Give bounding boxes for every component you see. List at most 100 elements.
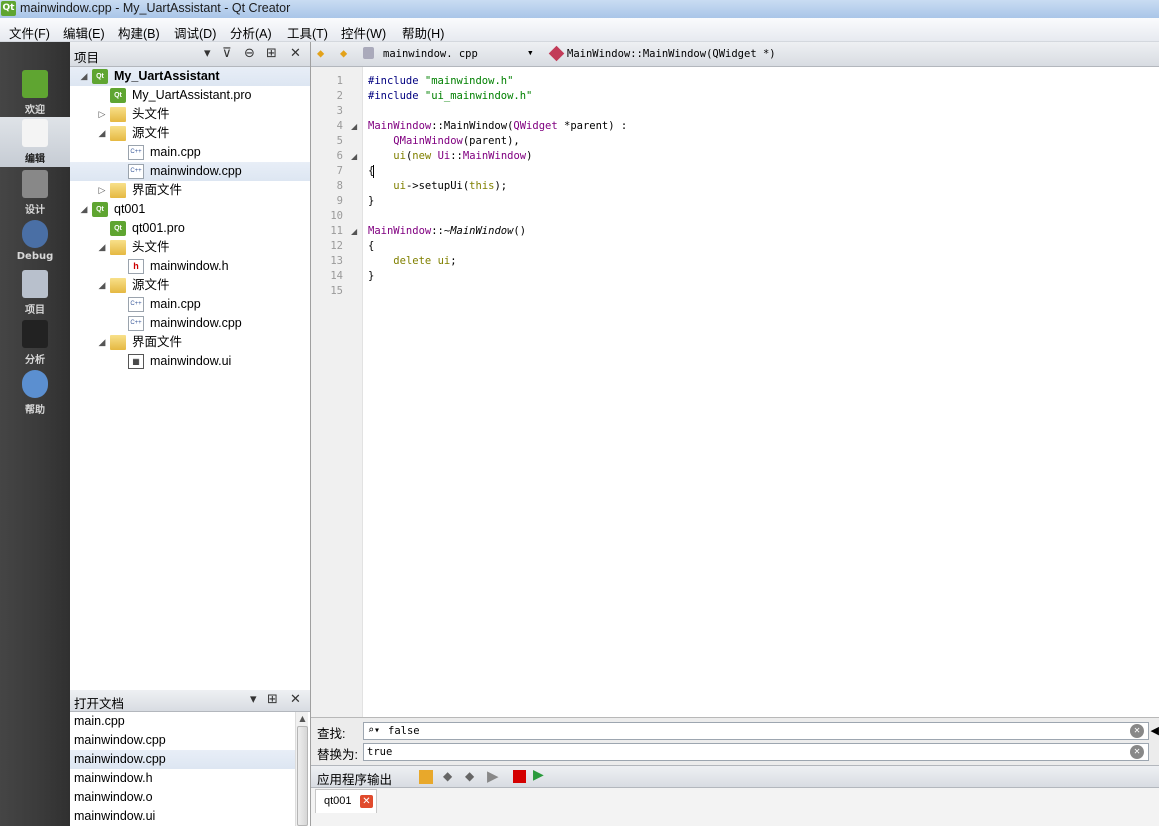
- close-icon[interactable]: ✕: [290, 692, 301, 708]
- tree-item[interactable]: ◢ Qt My_UartAssistant: [70, 67, 310, 86]
- open-documents-list: main.cpp mainwindow.cpp mainwindow.cpp main…: [70, 712, 296, 826]
- close-icon[interactable]: ✕: [360, 795, 373, 808]
- open-document-item[interactable]: main.cpp: [70, 712, 296, 731]
- code-line[interactable]: #include "mainwindow.h": [368, 74, 513, 89]
- fold-marker-icon[interactable]: ◢: [351, 149, 357, 164]
- replace-input[interactable]: true ✕: [363, 743, 1149, 761]
- tree-item[interactable]: C++ main.cpp: [70, 295, 310, 314]
- mode-label: 帮助: [25, 405, 45, 416]
- mode-qt-welcome[interactable]: 欢迎: [0, 68, 70, 118]
- line-number: 1: [336, 75, 343, 87]
- code-line[interactable]: MainWindow::~MainWindow(): [368, 224, 526, 239]
- tree-item[interactable]: ◢ 源文件: [70, 124, 310, 143]
- tree-item[interactable]: ▷ 头文件: [70, 105, 310, 124]
- scrollbar[interactable]: ▲: [295, 712, 308, 826]
- mode-edit-document[interactable]: 编辑: [0, 117, 70, 167]
- symbol-selector[interactable]: MainWindow::MainWindow(QWidget *): [567, 48, 776, 60]
- tree-item-label: 界面文件: [132, 335, 183, 349]
- mode-project-wrench[interactable]: 项目: [0, 268, 70, 318]
- tree-item[interactable]: ◢ 界面文件: [70, 333, 310, 352]
- expand-arrow-icon[interactable]: ▷: [97, 181, 107, 200]
- code-line[interactable]: }: [368, 269, 374, 284]
- fold-marker-icon[interactable]: ◢: [351, 224, 357, 239]
- dropdown-arrow-icon[interactable]: ▾: [204, 46, 211, 62]
- tree-item[interactable]: C++ mainwindow.cpp: [70, 314, 310, 333]
- previous-icon[interactable]: ◆: [443, 769, 452, 783]
- sync-link-icon[interactable]: ⊖: [244, 46, 255, 62]
- tree-item[interactable]: ▦ mainwindow.ui: [70, 352, 310, 371]
- open-document-item[interactable]: mainwindow.ui: [70, 807, 296, 826]
- line-number: 2: [336, 90, 343, 102]
- tree-item[interactable]: ◢ 源文件: [70, 276, 310, 295]
- code-line[interactable]: delete ui;: [368, 254, 456, 269]
- expand-arrow-icon[interactable]: ◢: [97, 276, 107, 295]
- forward-arrow-icon[interactable]: ◆: [340, 46, 347, 60]
- tree-item-label: main.cpp: [150, 145, 201, 159]
- scroll-up-icon[interactable]: ▲: [296, 712, 309, 726]
- split-icon[interactable]: ⊞: [266, 46, 277, 62]
- tree-item[interactable]: ◢ Qt qt001: [70, 200, 310, 219]
- menu-item[interactable]: 控件(W): [341, 23, 386, 42]
- scrollbar-thumb[interactable]: [297, 726, 308, 826]
- collapse-arrow-icon[interactable]: ◀: [1151, 724, 1159, 737]
- search-icon[interactable]: ⌕▾: [368, 723, 380, 739]
- code-line[interactable]: ui(new Ui::MainWindow): [368, 149, 532, 164]
- expand-arrow-icon[interactable]: ◢: [97, 124, 107, 143]
- file-selector[interactable]: mainwindow. cpp: [383, 48, 478, 60]
- cpp-icon: C++: [128, 316, 144, 331]
- debug-run-icon[interactable]: ▶: [533, 767, 544, 783]
- clear-icon[interactable]: ✕: [1130, 724, 1144, 738]
- find-input[interactable]: ⌕▾ false ✕: [363, 722, 1149, 740]
- open-document-item[interactable]: mainwindow.cpp: [70, 731, 296, 750]
- code-line[interactable]: #include "ui_mainwindow.h": [368, 89, 532, 104]
- filter-icon[interactable]: ⊽: [222, 46, 232, 62]
- expand-arrow-icon[interactable]: ◢: [79, 200, 89, 219]
- expand-arrow-icon[interactable]: ▷: [97, 105, 107, 124]
- back-arrow-icon[interactable]: ◆: [317, 46, 324, 60]
- open-document-item[interactable]: mainwindow.o: [70, 788, 296, 807]
- mode-label: 欢迎: [25, 105, 45, 116]
- code-line[interactable]: QMainWindow(parent),: [368, 134, 519, 149]
- tree-item[interactable]: Qt My_UartAssistant.pro: [70, 86, 310, 105]
- tree-item[interactable]: Qt qt001.pro: [70, 219, 310, 238]
- code-line[interactable]: {: [368, 239, 374, 254]
- tree-item-label: 头文件: [132, 107, 170, 121]
- dropdown-arrow-icon[interactable]: ▾: [250, 692, 257, 708]
- menu-item[interactable]: 文件(F): [9, 23, 50, 42]
- tree-item[interactable]: ◢ 头文件: [70, 238, 310, 257]
- close-icon[interactable]: ✕: [290, 46, 301, 62]
- mode-design-tools[interactable]: 设计: [0, 168, 70, 218]
- expand-arrow-icon[interactable]: ◢: [97, 333, 107, 352]
- output-tab-qt001[interactable]: qt001 ✕: [315, 789, 377, 813]
- fold-marker-icon[interactable]: ◢: [351, 119, 357, 134]
- mode-debug-bug[interactable]: Debug: [0, 218, 70, 268]
- next-icon[interactable]: ◆: [465, 769, 474, 783]
- mode-help-question[interactable]: 帮助: [0, 368, 70, 418]
- clear-output-icon[interactable]: [419, 770, 433, 784]
- tree-item[interactable]: C++ mainwindow.cpp: [70, 162, 310, 181]
- split-icon[interactable]: ⊞: [267, 692, 278, 708]
- menu-item[interactable]: 分析(A): [230, 23, 272, 42]
- tree-item[interactable]: ▷ 界面文件: [70, 181, 310, 200]
- folder-cpp-icon: [110, 278, 126, 293]
- code-line[interactable]: ui->setupUi(this);: [368, 179, 507, 194]
- chevron-down-icon[interactable]: ▾: [527, 46, 534, 59]
- code-line[interactable]: MainWindow::MainWindow(QWidget *parent) …: [368, 119, 627, 134]
- run-icon[interactable]: ▶: [487, 767, 499, 785]
- open-document-item[interactable]: mainwindow.h: [70, 769, 296, 788]
- stop-icon[interactable]: [513, 770, 526, 783]
- expand-arrow-icon[interactable]: ◢: [79, 67, 89, 86]
- menu-item[interactable]: 编辑(E): [63, 23, 105, 42]
- open-document-item[interactable]: mainwindow.cpp: [70, 750, 296, 769]
- menu-item[interactable]: 帮助(H): [402, 23, 444, 42]
- tree-item[interactable]: h mainwindow.h: [70, 257, 310, 276]
- mode-analyze-screen[interactable]: 分析: [0, 318, 70, 368]
- code-line[interactable]: }: [368, 194, 374, 209]
- clear-icon[interactable]: ✕: [1130, 745, 1144, 759]
- menu-item[interactable]: 工具(T): [287, 23, 328, 42]
- tree-item[interactable]: C++ main.cpp: [70, 143, 310, 162]
- symbol-icon: [548, 45, 565, 62]
- menu-item[interactable]: 调试(D): [174, 23, 216, 42]
- expand-arrow-icon[interactable]: ◢: [97, 238, 107, 257]
- menu-item[interactable]: 构建(B): [118, 23, 160, 42]
